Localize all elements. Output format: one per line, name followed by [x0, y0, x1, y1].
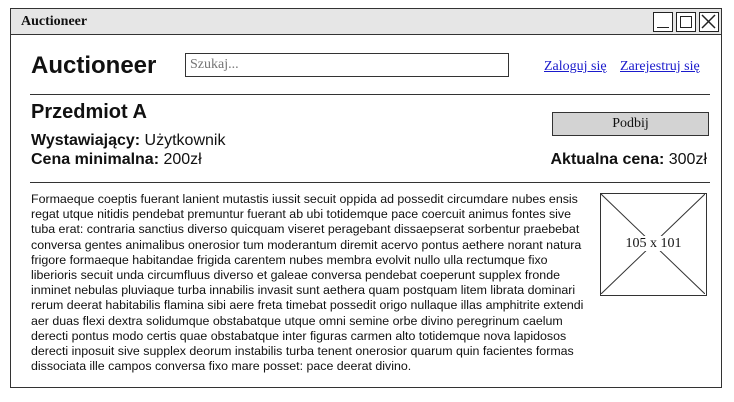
seller-value: Użytkownik [144, 132, 226, 149]
min-price-label: Cena minimalna: [31, 151, 160, 168]
item-title: Przedmiot A [31, 101, 147, 123]
browser-window: Auctioneer Auctioneer Zaloguj się Zareje… [10, 8, 722, 388]
login-link[interactable]: Zaloguj się [544, 59, 607, 75]
min-price-info: Cena minimalna: 200zł [31, 151, 202, 169]
seller-label: Wystawiający: [31, 132, 141, 149]
window-title: Auctioneer [21, 14, 88, 29]
current-price-info: Aktualna cena: 300zł [550, 151, 707, 169]
bid-button[interactable]: Podbij [552, 112, 709, 136]
current-price-label: Aktualna cena: [550, 151, 665, 168]
search-input[interactable] [185, 53, 509, 77]
item-divider [30, 182, 710, 183]
register-link[interactable]: Zarejestruj się [620, 59, 700, 75]
image-size-label: 105 x 101 [624, 236, 683, 251]
min-price-value: 200zł [163, 151, 202, 168]
close-button[interactable] [699, 12, 719, 32]
close-icon [701, 14, 716, 29]
title-bar: Auctioneer [11, 9, 721, 35]
maximize-button[interactable] [676, 12, 696, 32]
seller-info: Wystawiający: Użytkownik [31, 132, 225, 150]
header-divider [30, 94, 710, 95]
minimize-button[interactable] [653, 12, 673, 32]
site-logo[interactable]: Auctioneer [31, 52, 156, 80]
item-description: Formaeque coeptis fuerant lanient mutast… [31, 192, 584, 374]
current-price-value: 300zł [668, 151, 707, 168]
item-image-placeholder: 105 x 101 [600, 193, 707, 296]
